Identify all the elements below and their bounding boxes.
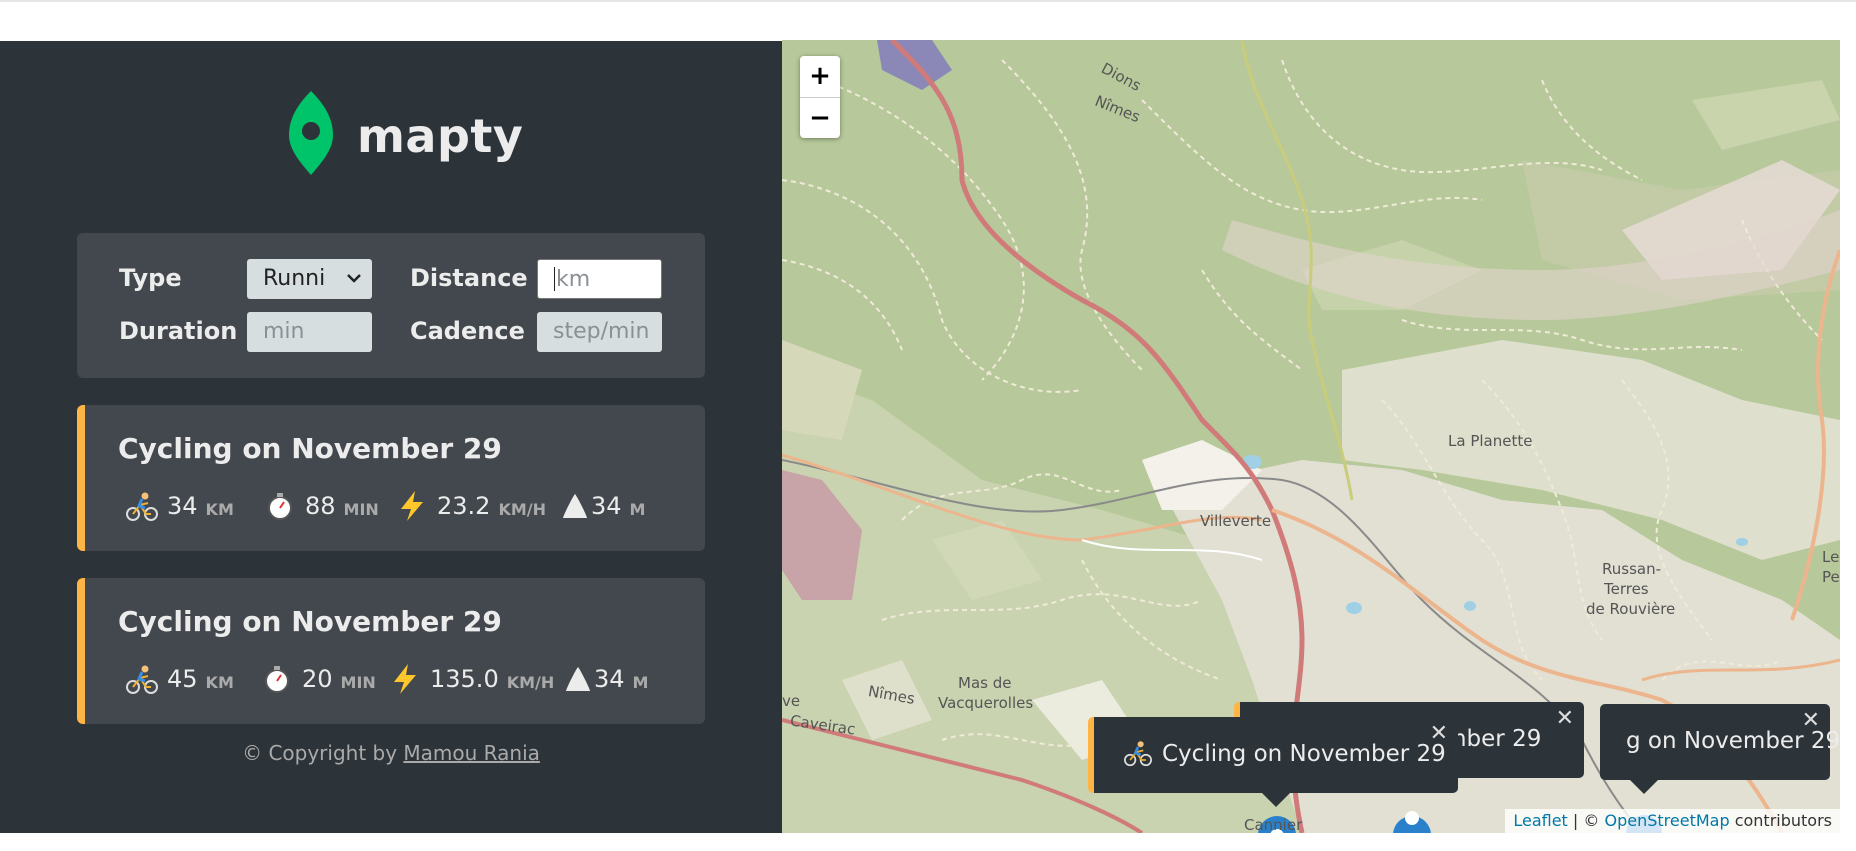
map-label: La Planette	[1448, 432, 1533, 450]
duration-value: 88	[305, 492, 336, 520]
workout-popup[interactable]: Cycling on November 29 ✕	[1088, 717, 1458, 793]
distance-placeholder: km	[556, 267, 591, 292]
workout-distance: 34 KM	[125, 488, 234, 524]
sidebar: mapty Type Runni Distance km Duration mi…	[0, 41, 782, 833]
attribution-suffix: contributors	[1729, 811, 1832, 830]
type-select-value: Runni	[263, 266, 326, 291]
logo-text: mapty	[357, 109, 524, 163]
workout-form: Type Runni Distance km Duration min Cade…	[77, 233, 705, 378]
map-label: de Rouvière	[1586, 600, 1676, 618]
mountain-icon	[564, 662, 592, 696]
speed-unit: KM/H	[506, 672, 555, 692]
popup-tip	[1630, 780, 1658, 794]
popup-text: Cycling on November 29	[1162, 741, 1446, 767]
distance-input[interactable]: km	[537, 259, 662, 299]
elevation-unit: M	[632, 672, 649, 692]
map-label: Terres	[1604, 580, 1649, 598]
openstreetmap-link[interactable]: OpenStreetMap	[1604, 811, 1729, 830]
duration-unit: MIN	[340, 672, 376, 692]
workout-elevation: 34 M	[561, 488, 645, 524]
workout-duration: 88 MIN	[263, 488, 379, 524]
type-label: Type	[119, 264, 182, 292]
popup-close-button[interactable]: ✕	[1430, 721, 1448, 746]
type-select[interactable]: Runni	[247, 259, 372, 299]
stopwatch-icon	[260, 662, 294, 696]
cadence-label: Cadence	[410, 317, 525, 345]
map[interactable]: Dions Nîmes La Planette Villeverte Russa…	[782, 40, 1840, 833]
stopwatch-icon	[263, 489, 297, 523]
zoom-in-button[interactable]: +	[800, 56, 840, 96]
workout-title: Cycling on November 29	[118, 432, 502, 465]
workout-title: Cycling on November 29	[118, 605, 502, 638]
map-label: Pe	[1822, 568, 1840, 586]
distance-unit: KM	[205, 499, 234, 519]
popup-tip	[1262, 793, 1290, 807]
chevron-down-icon	[346, 259, 362, 314]
attribution-separator: | ©	[1567, 811, 1605, 830]
speed-unit: KM/H	[498, 499, 546, 519]
duration-value: 20	[302, 665, 333, 693]
popup-close-button[interactable]: ✕	[1802, 708, 1820, 733]
workout-card[interactable]: Cycling on November 29 45 KM 20 MIN 135.…	[77, 578, 705, 724]
zoom-control: + −	[800, 56, 840, 138]
distance-value: 34	[167, 492, 198, 520]
map-attribution: Leaflet | © OpenStreetMap contributors	[1505, 809, 1840, 833]
duration-input[interactable]: min	[247, 312, 372, 352]
zoom-out-button[interactable]: −	[800, 97, 840, 137]
workout-speed: 23.2 KM/H	[395, 488, 546, 524]
distance-value: 45	[167, 665, 198, 693]
workout-elevation: 34 M	[564, 661, 648, 697]
map-label: Mas de	[958, 674, 1012, 692]
text-caret	[554, 266, 555, 291]
logo: mapty	[287, 91, 527, 183]
cadence-placeholder: step/min	[553, 319, 650, 344]
map-label: Cannier	[1244, 816, 1303, 833]
distance-label: Distance	[410, 264, 528, 292]
workout-card[interactable]: Cycling on November 29 34 KM 88 MIN 23.2…	[77, 405, 705, 551]
map-label: Russan-	[1602, 560, 1661, 578]
workout-speed: 135.0 KM/H	[388, 661, 554, 697]
map-label: ve	[782, 692, 801, 710]
browser-top-border	[0, 0, 1856, 2]
cyclist-icon	[125, 662, 159, 696]
cadence-input[interactable]: step/min	[537, 312, 662, 352]
distance-unit: KM	[205, 672, 234, 692]
map-pin-icon	[289, 91, 333, 175]
map-label: Vacquerolles	[938, 694, 1034, 712]
workout-distance: 45 KM	[125, 661, 234, 697]
cyclist-icon	[125, 489, 159, 523]
leaflet-link[interactable]: Leaflet	[1513, 811, 1567, 830]
speed-value: 135.0	[430, 665, 499, 693]
speed-value: 23.2	[437, 492, 491, 520]
map-label: Villeverte	[1200, 512, 1272, 530]
popup-close-button[interactable]: ✕	[1556, 706, 1574, 731]
duration-unit: MIN	[343, 499, 379, 519]
copyright-text: © Copyright by	[242, 741, 404, 765]
lightning-icon	[388, 662, 422, 696]
copyright: © Copyright by Mamou Rania	[0, 741, 782, 765]
map-label: Les	[1822, 548, 1840, 566]
duration-label: Duration	[119, 317, 238, 345]
duration-placeholder: min	[263, 319, 305, 344]
elevation-value: 34	[591, 492, 622, 520]
elevation-value: 34	[594, 665, 625, 693]
mountain-icon	[561, 489, 589, 523]
workout-popup[interactable]: g on November 29 ✕	[1600, 704, 1840, 780]
workout-duration: 20 MIN	[260, 661, 376, 697]
author-link[interactable]: Mamou Rania	[403, 741, 539, 765]
lightning-icon	[395, 489, 429, 523]
elevation-unit: M	[629, 499, 646, 519]
